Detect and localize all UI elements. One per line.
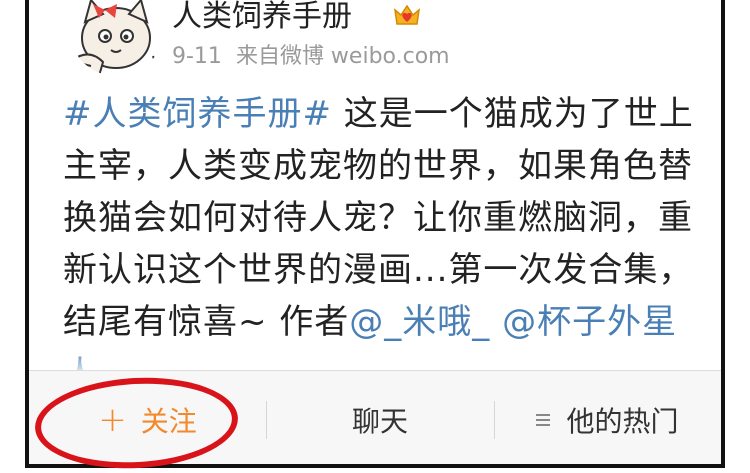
post-source: 来自微博 weibo.com (235, 44, 450, 69)
follow-button[interactable]: + 关注 (29, 371, 266, 464)
hashtag-link[interactable]: #人类饲养手册# (63, 94, 332, 134)
follow-label: 关注 (140, 405, 197, 438)
menu-lines-icon (536, 413, 551, 427)
chat-label: 聊天 (351, 405, 408, 438)
his-hot-posts-button[interactable]: 他的热门 (494, 371, 721, 464)
crown-heart-icon (392, 2, 422, 28)
post-author-name[interactable]: 人类饲养手册 (172, 0, 352, 34)
chat-button[interactable]: 聊天 (266, 371, 494, 464)
weibo-post-card: 人类饲养手册 9-11 来自微博 weibo.com #人类饲养手册# 这是一个猫… (25, 0, 725, 468)
post-date: 9-11 (172, 44, 222, 69)
hot-posts-label: 他的热门 (566, 405, 679, 438)
plus-icon: + (98, 400, 127, 440)
avatar[interactable] (69, 0, 164, 76)
cat-avatar-icon (72, 0, 160, 76)
profile-action-bar: + 关注 聊天 他的热门 (29, 370, 721, 464)
post-meta: 9-11 来自微博 weibo.com (172, 44, 450, 70)
